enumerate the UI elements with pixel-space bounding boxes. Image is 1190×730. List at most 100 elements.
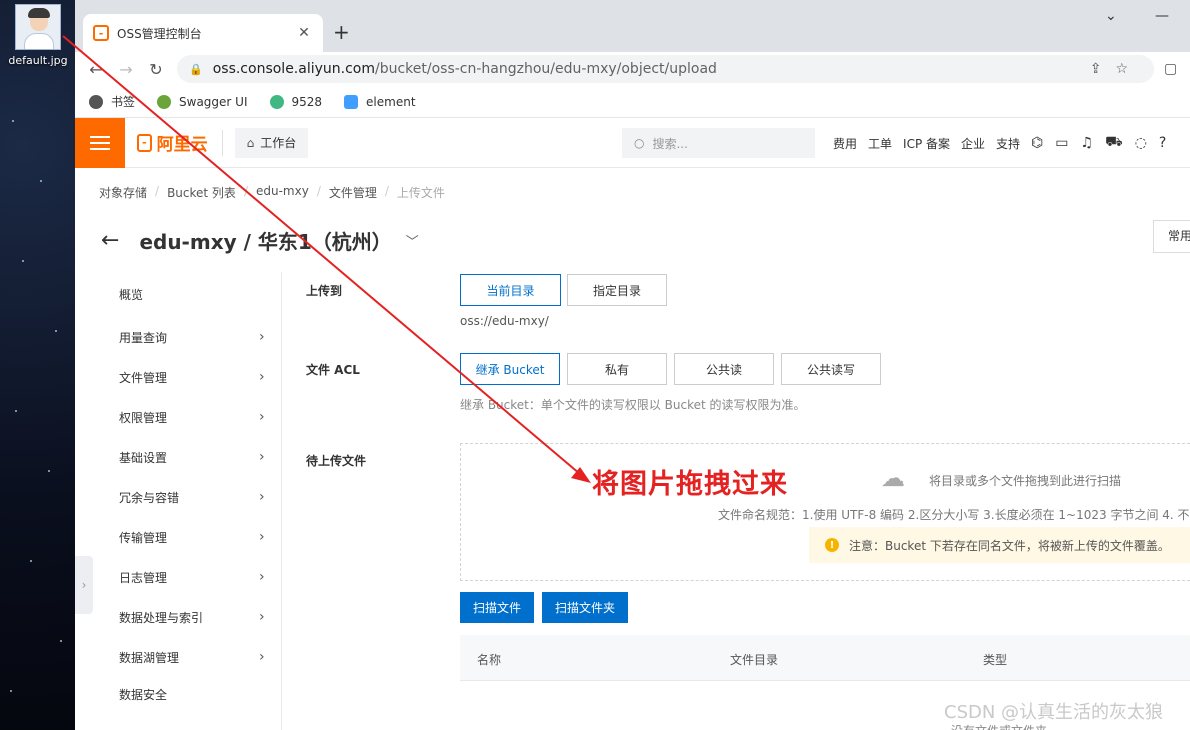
- terminal-icon[interactable]: ▭: [1055, 135, 1068, 151]
- current-dir-button[interactable]: 当前目录: [460, 274, 561, 306]
- bookmark-label: element: [366, 94, 416, 109]
- element-icon: [344, 94, 359, 109]
- lock-icon[interactable]: 🔒: [189, 63, 203, 76]
- cloud-upload-icon: ☁: [881, 464, 905, 492]
- crumb-file-manage[interactable]: 文件管理: [329, 184, 377, 201]
- sidebar-item-label: 概览: [119, 287, 144, 302]
- header-link-enterprise[interactable]: 企业: [961, 135, 985, 152]
- breadcrumb: 对象存储 / Bucket 列表 / edu-mxy / 文件管理 / 上传文件: [99, 184, 445, 201]
- logo-text: 阿里云: [156, 135, 208, 155]
- tab-close-icon[interactable]: ✕: [295, 25, 313, 41]
- sidebar-item-files[interactable]: 文件管理 ›: [119, 367, 279, 387]
- console-search-input[interactable]: ○ 搜索...: [622, 128, 815, 158]
- back-arrow-icon[interactable]: ←: [101, 228, 119, 253]
- sidebar-item-label: 基础设置: [119, 450, 168, 465]
- cart-icon[interactable]: ⛟: [1105, 134, 1123, 152]
- sidebar-item-basic-settings[interactable]: 基础设置 ›: [119, 447, 279, 467]
- desktop-background: default.jpg: [0, 0, 75, 730]
- sidebar-item-data-processing[interactable]: 数据处理与索引 ›: [119, 607, 279, 627]
- help-icon[interactable]: ?: [1159, 135, 1166, 151]
- header-link-support[interactable]: 支持: [996, 135, 1020, 152]
- swagger-icon: [157, 94, 172, 109]
- sidebar-item-data-lake[interactable]: 数据湖管理 ›: [119, 647, 279, 667]
- sidebar-item-label: 权限管理: [119, 410, 168, 425]
- image-thumbnail-icon: [15, 4, 61, 50]
- sidebar-item-overview[interactable]: 概览: [119, 284, 279, 304]
- menu-icon[interactable]: [75, 117, 125, 168]
- acl-public-read-button[interactable]: 公共读: [674, 353, 774, 385]
- sidebar-item-usage[interactable]: 用量查询 ›: [119, 327, 279, 347]
- aliyun-logo[interactable]: - 阿里云: [137, 130, 208, 155]
- sidebar-item-label: 传输管理: [119, 530, 168, 545]
- column-directory[interactable]: 文件目录: [730, 651, 778, 668]
- scan-file-button[interactable]: 扫描文件: [460, 592, 534, 623]
- chevron-right-icon: ›: [259, 489, 265, 505]
- new-tab-button[interactable]: +: [333, 20, 350, 44]
- bookmark-9528[interactable]: 9528: [269, 94, 323, 109]
- acl-inherit-button[interactable]: 继承 Bucket: [460, 353, 560, 385]
- scan-folder-button[interactable]: 扫描文件夹: [542, 592, 628, 623]
- aliyun-favicon-icon: -: [93, 25, 109, 41]
- bookmark-label: 书签: [111, 95, 136, 109]
- sidebar-item-permissions[interactable]: 权限管理 ›: [119, 407, 279, 427]
- chevron-right-icon: ›: [259, 369, 265, 385]
- upload-to-label: 上传到: [306, 284, 343, 298]
- acl-public-rw-button[interactable]: 公共读写: [781, 353, 881, 385]
- minimize-button[interactable]: —: [1155, 8, 1169, 24]
- forward-arrow-icon[interactable]: →: [111, 60, 141, 79]
- desktop-file-icon[interactable]: default.jpg: [4, 4, 72, 67]
- chevron-right-icon: ›: [259, 609, 265, 625]
- tab-strip: - OSS管理控制台 ✕ + ⌄ —: [75, 0, 1190, 52]
- console-header: - 阿里云 ⌂ 工作台 ○ 搜索... 费用 工单 ICP 备案 企业 支持 ⌬…: [75, 117, 1190, 168]
- column-type[interactable]: 类型: [983, 651, 1007, 668]
- page-title: edu-mxy / 华东1（杭州）: [139, 230, 392, 254]
- crumb-upload: 上传文件: [396, 186, 445, 200]
- sidebar-item-transfer[interactable]: 传输管理 ›: [119, 527, 279, 547]
- page-header: ← edu-mxy / 华东1（杭州） ﹀: [101, 226, 419, 255]
- bookmark-label: 9528: [291, 94, 323, 109]
- sidebar-item-redundancy[interactable]: 冗余与容错 ›: [119, 487, 279, 507]
- address-bar[interactable]: 🔒 oss.console.aliyun.com /bucket/oss-cn-…: [177, 55, 1154, 83]
- aliyun-logo-icon: -: [137, 133, 152, 152]
- tab-search-chevron-icon[interactable]: ⌄: [1105, 8, 1117, 24]
- chevron-right-icon: ›: [259, 329, 265, 345]
- share-star-icons[interactable]: ⇪☆: [1090, 61, 1142, 77]
- bookmark-folder[interactable]: 书签: [89, 93, 135, 110]
- crumb-oss[interactable]: 对象存储: [99, 184, 147, 201]
- search-placeholder: 搜索...: [652, 136, 688, 151]
- column-name[interactable]: 名称: [477, 651, 501, 668]
- browser-window: - OSS管理控制台 ✕ + ⌄ — ← → ↻ 🔒 oss.console.a…: [75, 0, 1190, 730]
- tab-oss-console[interactable]: - OSS管理控制台 ✕: [83, 14, 323, 52]
- sidebar-item-logs[interactable]: 日志管理 ›: [119, 567, 279, 587]
- sidebar-item-label: 文件管理: [119, 370, 168, 385]
- header-link-tickets[interactable]: 工单: [868, 135, 892, 152]
- workbench-button[interactable]: ⌂ 工作台: [234, 127, 309, 158]
- acl-hint: 继承 Bucket：单个文件的读写权限以 Bucket 的读写权限为准。: [460, 398, 806, 412]
- browser-toolbar: ← → ↻ 🔒 oss.console.aliyun.com /bucket/o…: [75, 52, 1190, 86]
- sidebar-collapse-toggle[interactable]: ›: [75, 556, 93, 614]
- tab-title: OSS管理控制台: [117, 26, 202, 41]
- specified-dir-button[interactable]: 指定目录: [567, 274, 667, 306]
- side-panel-icon[interactable]: ▢: [1164, 61, 1184, 77]
- workbench-label: 工作台: [260, 136, 297, 150]
- common-button[interactable]: 常用: [1153, 220, 1190, 253]
- naming-rule-text: 文件命名规范：1.使用 UTF-8 编码 2.区分大小写 3.长度必须在 1~1…: [718, 508, 1190, 522]
- crumb-bucket[interactable]: edu-mxy: [256, 184, 309, 201]
- reload-icon[interactable]: ↻: [141, 60, 171, 79]
- bell-icon[interactable]: ♫: [1081, 135, 1094, 151]
- chevron-down-icon[interactable]: ﹀: [406, 231, 419, 250]
- chevron-right-icon: ›: [259, 529, 265, 545]
- crumb-bucket-list[interactable]: Bucket 列表: [167, 184, 236, 201]
- bookmark-element[interactable]: element: [344, 94, 416, 109]
- back-arrow-icon[interactable]: ←: [81, 60, 111, 79]
- header-link-fees[interactable]: 费用: [833, 135, 857, 152]
- sidebar-item-label: 数据处理与索引: [119, 610, 204, 625]
- acl-label: 文件 ACL: [306, 363, 360, 377]
- lightbulb-icon[interactable]: ◌: [1135, 135, 1147, 151]
- header-link-icp[interactable]: ICP 备案: [903, 135, 950, 152]
- code-icon[interactable]: ⌬: [1031, 135, 1043, 151]
- sidebar-item-data-security[interactable]: 数据安全: [119, 684, 279, 704]
- drag-annotation-text: 将图片拖拽过来: [592, 469, 788, 500]
- acl-private-button[interactable]: 私有: [567, 353, 667, 385]
- bookmark-swagger[interactable]: Swagger UI: [157, 94, 248, 109]
